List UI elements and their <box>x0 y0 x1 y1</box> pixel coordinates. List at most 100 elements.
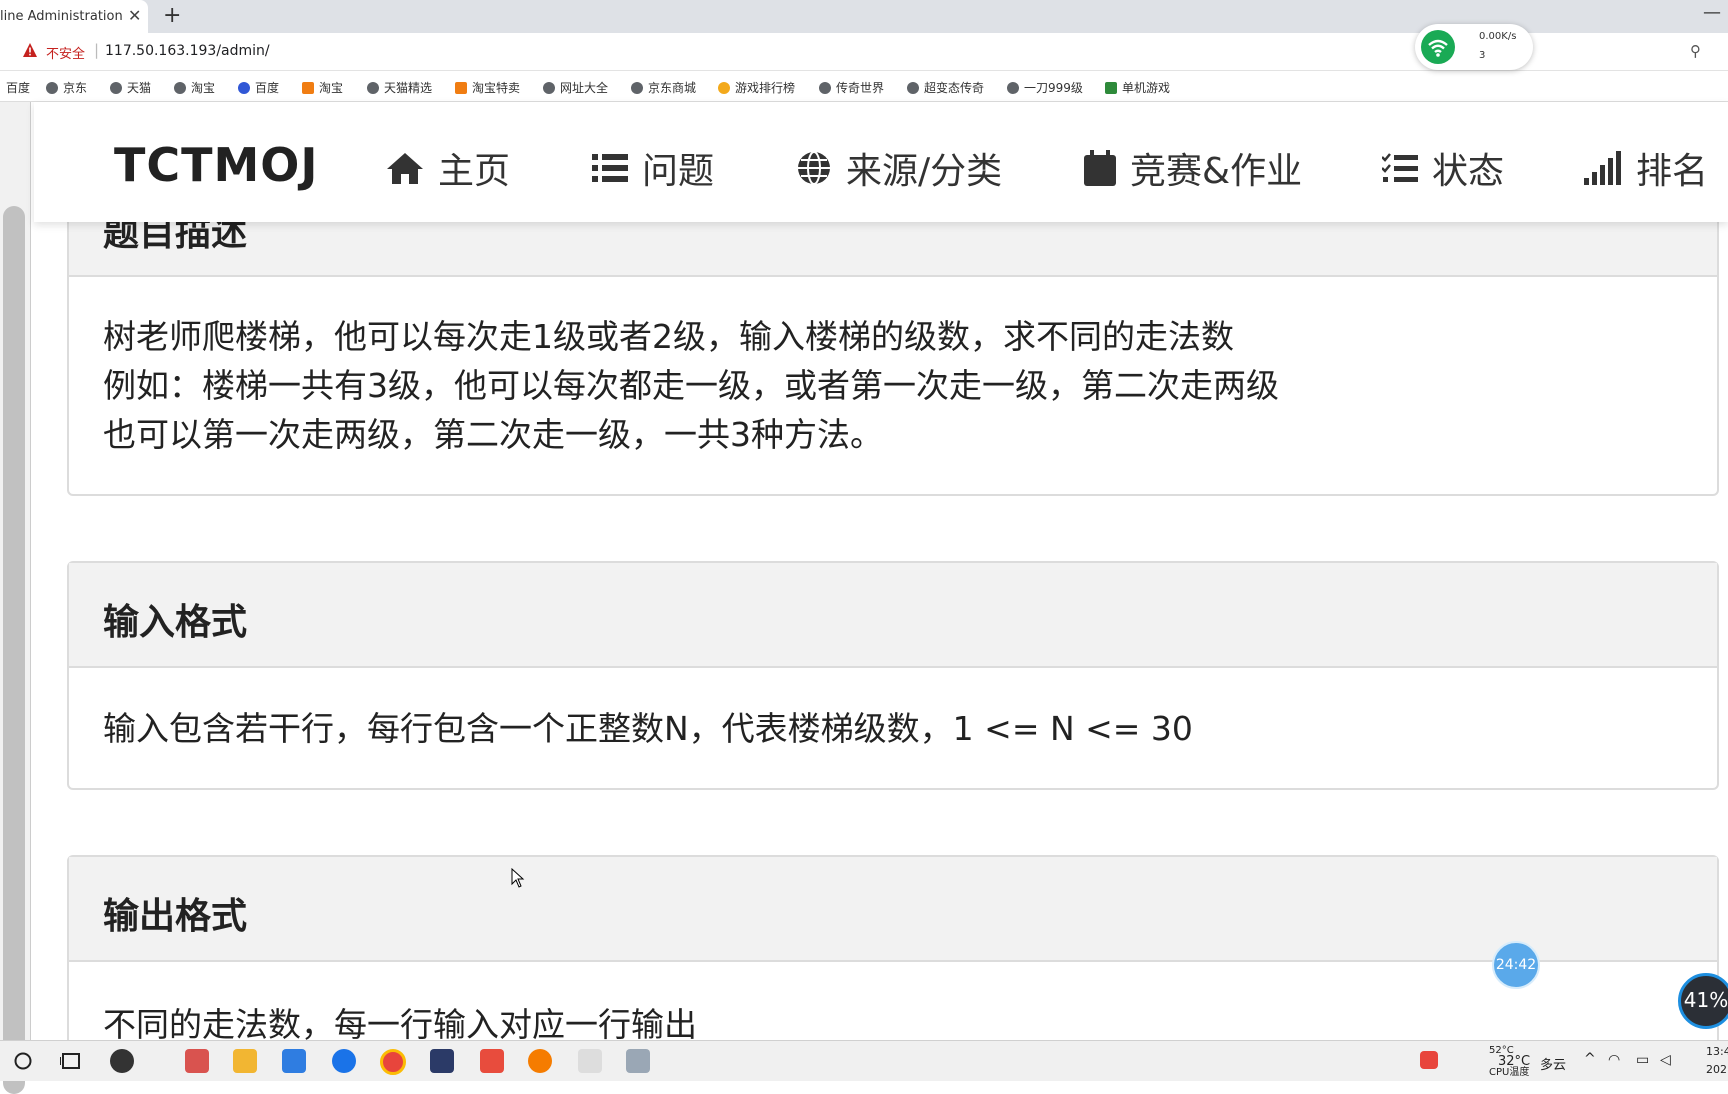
chevron-up-icon[interactable]: ^ <box>1584 1051 1596 1067</box>
scrollbar-thumb[interactable] <box>3 206 25 1094</box>
nav-item-sources[interactable]: 来源/分类 <box>796 142 1002 194</box>
app-icon[interactable] <box>110 1049 134 1073</box>
battery-icon[interactable]: ▭ <box>1636 1052 1649 1068</box>
app-icon[interactable] <box>282 1049 306 1073</box>
globe-icon <box>110 81 122 94</box>
bookmark-label: 天猫 <box>127 81 152 95</box>
nav-label: 主页 <box>438 151 511 192</box>
checklist-icon <box>1382 153 1418 182</box>
nav-item-ranking[interactable]: 排名 <box>1584 142 1708 194</box>
taobao-icon <box>455 81 467 94</box>
speaker-icon[interactable]: ◁ <box>1660 1052 1671 1068</box>
list-icon <box>592 154 628 182</box>
wps-icon[interactable] <box>480 1049 504 1073</box>
app-icon[interactable] <box>626 1049 650 1073</box>
chrome-icon[interactable] <box>380 1049 406 1075</box>
task-view-icon[interactable] <box>60 1051 82 1071</box>
description-line: 例如：楼梯一共有3级，他可以每次都走一级，或者第一次走一级，第二次走两级 <box>103 366 1279 405</box>
taobao-icon <box>302 81 314 94</box>
bookmark-label: 京东商城 <box>648 81 697 95</box>
output-format-title: 输出格式 <box>103 896 248 937</box>
mouse-cursor-icon <box>511 868 525 888</box>
browser-tab[interactable]: line Administration ✕ <box>0 0 148 33</box>
bookmark-item[interactable]: 百度 <box>6 79 30 96</box>
device-count: 3 <box>1479 50 1486 61</box>
network-speed: 0.00K/s <box>1479 31 1517 42</box>
card-header: 输入格式 <box>69 563 1717 668</box>
text-app-icon[interactable] <box>578 1049 602 1073</box>
weather-desc[interactable]: 多云 <box>1540 1054 1566 1073</box>
window-minimize-button[interactable]: — <box>1703 2 1721 23</box>
zoom-icon[interactable]: ⚲ <box>1690 42 1701 60</box>
bookmark-item[interactable]: 淘宝 <box>302 79 343 96</box>
floating-timer[interactable]: 24:42 <box>1492 941 1540 989</box>
bookmarks-bar: 百度 京东 天猫 淘宝 百度 淘宝 天猫精选 淘宝特卖 网址大全 京东商城 游戏… <box>0 71 1728 102</box>
app-icon[interactable] <box>185 1049 209 1073</box>
bookmark-item[interactable]: 淘宝特卖 <box>455 79 520 96</box>
bookmark-label: 百度 <box>6 81 31 95</box>
bookmark-item[interactable]: 天猫精选 <box>367 79 432 96</box>
bookmark-item[interactable]: 单机游戏 <box>1105 79 1170 96</box>
bookmark-item[interactable]: 传奇世界 <box>819 79 884 96</box>
signal-bars-icon <box>1584 151 1621 185</box>
memory-gauge[interactable]: 41% <box>1678 973 1728 1029</box>
ime-icon[interactable] <box>1420 1051 1438 1069</box>
bookmark-label: 淘宝特卖 <box>472 81 521 95</box>
bookmark-item[interactable]: 天猫 <box>110 79 151 96</box>
browser-icon[interactable] <box>332 1049 356 1073</box>
network-speed-widget[interactable]: 0.00K/s 3 <box>1415 24 1533 70</box>
page-scrollbar[interactable] <box>0 102 31 1094</box>
globe-icon <box>174 81 186 94</box>
site-brand[interactable]: TCTMOJ <box>114 138 319 192</box>
nav-label: 状态 <box>1432 151 1505 192</box>
bookmark-item[interactable]: 京东 <box>46 79 87 96</box>
input-format-card: 输入格式 输入包含若干行，每行包含一个正整数N，代表楼梯级数，1 <= N <=… <box>67 561 1719 790</box>
nav-item-home[interactable]: 主页 <box>386 142 510 194</box>
clock-time[interactable]: 13:4 <box>1706 1045 1728 1058</box>
nav-item-status[interactable]: 状态 <box>1382 142 1504 194</box>
bookmark-label: 网址大全 <box>560 81 609 95</box>
wifi-icon <box>1421 30 1455 64</box>
nav-item-problems[interactable]: 问题 <box>592 142 714 194</box>
bookmark-label: 超变态传奇 <box>924 81 985 95</box>
bookmark-label: 淘宝 <box>191 81 216 95</box>
nav-label: 竞赛&作业 <box>1130 151 1303 192</box>
nav-label: 问题 <box>642 151 715 192</box>
nav-label: 排名 <box>1636 151 1709 192</box>
clock-date[interactable]: 202 <box>1706 1063 1727 1076</box>
bookmark-item[interactable]: 超变态传奇 <box>907 79 984 96</box>
description-body: 树老师爬楼梯，他可以每次走1级或者2级，输入楼梯的级数，求不同的走法数 例如：楼… <box>103 312 1279 459</box>
home-icon <box>387 153 423 184</box>
tab-title: line Administration <box>0 9 123 24</box>
weather-temp: 32°C <box>1498 1054 1531 1069</box>
bookmark-item[interactable]: 一刀999级 <box>1007 79 1083 96</box>
card-header: 输出格式 <box>69 857 1717 962</box>
bookmark-label: 传奇世界 <box>836 81 885 95</box>
insecure-label[interactable]: 不安全 <box>46 43 85 62</box>
globe-icon <box>798 151 830 185</box>
new-tab-button[interactable]: + <box>163 3 181 28</box>
bookmark-label: 百度 <box>255 81 280 95</box>
bookmark-item[interactable]: 京东商城 <box>631 79 696 96</box>
bookmark-item[interactable]: 百度 <box>238 79 279 96</box>
bookmark-item[interactable]: 游戏排行榜 <box>718 79 795 96</box>
url-input[interactable]: 117.50.163.193/admin/ <box>105 43 270 59</box>
devcpp-icon[interactable] <box>430 1049 454 1073</box>
game-icon <box>1105 81 1117 94</box>
warning-icon[interactable] <box>22 42 38 58</box>
wifi-icon[interactable]: ◠ <box>1608 1052 1620 1068</box>
globe-icon <box>907 81 919 94</box>
bookmark-label: 单机游戏 <box>1122 81 1171 95</box>
tab-close-button[interactable]: ✕ <box>128 6 141 25</box>
nav-item-contests[interactable]: 竞赛&作业 <box>1084 142 1302 194</box>
search-circle-icon[interactable] <box>13 1051 33 1071</box>
globe-icon <box>819 81 831 94</box>
bookmark-label: 游戏排行榜 <box>735 81 796 95</box>
app-icon[interactable] <box>528 1049 552 1073</box>
bookmark-item[interactable]: 淘宝 <box>174 79 215 96</box>
site-navbar: TCTMOJ 主页 问题 来源/分类 竞赛&作业 状态 排名 <box>34 102 1728 222</box>
description-line: 树老师爬楼梯，他可以每次走1级或者2级，输入楼梯的级数，求不同的走法数 <box>103 317 1234 356</box>
bookmark-item[interactable]: 网址大全 <box>543 79 608 96</box>
bookmark-label: 一刀999级 <box>1024 81 1083 95</box>
folder-icon[interactable] <box>233 1049 257 1073</box>
